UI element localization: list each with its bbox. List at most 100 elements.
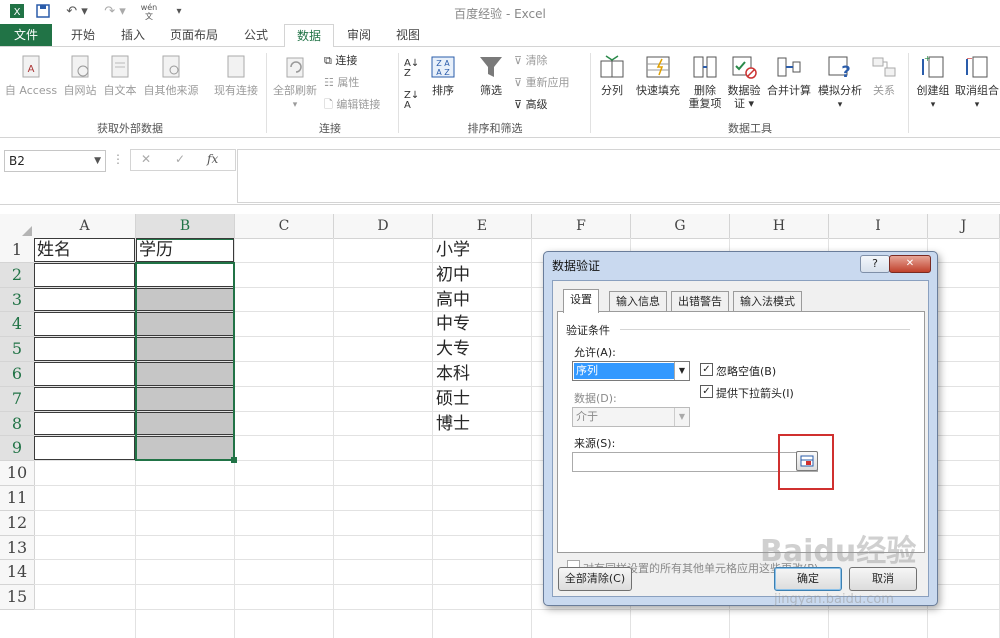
- cell-e5[interactable]: 大专: [433, 337, 532, 362]
- cell-e6[interactable]: 本科: [433, 362, 532, 387]
- close-button[interactable]: ✕: [889, 255, 931, 273]
- tab-page-layout[interactable]: 页面布局: [162, 24, 226, 46]
- show-dropdown-checkbox[interactable]: ✓: [700, 385, 713, 398]
- ungroup-button[interactable]: − 取消组合 ▾: [954, 53, 1000, 112]
- row-header-7[interactable]: 7: [0, 386, 35, 412]
- tab-ime-mode[interactable]: 输入法模式: [733, 291, 802, 312]
- edit-links-button[interactable]: 🗋 编辑链接: [324, 97, 394, 113]
- column-header-g[interactable]: G: [631, 214, 730, 239]
- tab-home[interactable]: 开始: [60, 24, 106, 46]
- row-header-4[interactable]: 4: [0, 312, 35, 338]
- cancel-icon[interactable]: ✕: [141, 152, 151, 166]
- tab-review[interactable]: 审阅: [336, 24, 382, 46]
- row-header-12[interactable]: 12: [0, 510, 35, 536]
- cancel-button[interactable]: 取消: [849, 567, 917, 591]
- table-cell[interactable]: [34, 386, 135, 411]
- group-button[interactable]: + 创建组 ▾: [912, 53, 954, 112]
- tab-file[interactable]: 文件: [0, 24, 52, 46]
- sort-az-icon[interactable]: A↓ Z: [404, 59, 424, 79]
- flash-fill-button[interactable]: 快速填充: [632, 53, 684, 97]
- properties-button[interactable]: ☷ 属性: [324, 75, 394, 91]
- table-cell[interactable]: [34, 411, 135, 436]
- data-select[interactable]: 介于 ▼: [572, 407, 690, 427]
- column-header-j[interactable]: J: [928, 214, 1000, 239]
- cell-e2[interactable]: 初中: [433, 263, 532, 288]
- enter-icon[interactable]: ✓: [175, 152, 185, 166]
- tab-input-message[interactable]: 输入信息: [609, 291, 667, 312]
- from-access-button[interactable]: A 自 Access: [2, 53, 60, 97]
- refresh-all-button[interactable]: 全部刷新 ▾: [268, 53, 322, 112]
- cell-a1[interactable]: 姓名: [34, 238, 136, 263]
- cell-b1[interactable]: 学历: [136, 238, 235, 263]
- clear-filter-button[interactable]: ⊽ 清除: [514, 53, 584, 69]
- chevron-down-icon[interactable]: ▼: [94, 151, 101, 171]
- ok-button[interactable]: 确定: [774, 567, 842, 591]
- table-cell[interactable]: [34, 436, 135, 461]
- table-cell[interactable]: [34, 362, 135, 386]
- select-all-corner[interactable]: [0, 214, 35, 239]
- column-header-i[interactable]: I: [829, 214, 928, 239]
- table-cell[interactable]: [34, 262, 135, 287]
- allow-select[interactable]: 序列 ▼: [572, 361, 690, 381]
- row-header-14[interactable]: 14: [0, 560, 35, 586]
- column-header-e[interactable]: E: [433, 214, 532, 239]
- tab-insert[interactable]: 插入: [110, 24, 156, 46]
- row-header-1[interactable]: 1: [0, 238, 35, 263]
- cell-e1[interactable]: 小学: [433, 238, 532, 263]
- consolidate-button[interactable]: 合并计算: [764, 53, 814, 97]
- table-cell[interactable]: [34, 287, 135, 312]
- existing-connections-button[interactable]: 现有连接: [208, 53, 264, 97]
- row-header-6[interactable]: 6: [0, 362, 35, 387]
- row-header-5[interactable]: 5: [0, 337, 35, 362]
- tab-formulas[interactable]: 公式: [232, 24, 280, 46]
- table-cell[interactable]: [34, 337, 135, 361]
- remove-duplicates-button[interactable]: 删除 重复项: [686, 53, 724, 110]
- ignore-blank-checkbox[interactable]: ✓: [700, 363, 713, 376]
- chevron-down-icon[interactable]: ▼: [674, 362, 689, 380]
- column-header-d[interactable]: D: [334, 214, 433, 239]
- row-header-10[interactable]: 10: [0, 461, 35, 486]
- fill-handle[interactable]: [231, 457, 237, 464]
- connections-button[interactable]: ⧉ 连接: [324, 53, 394, 69]
- sort-za-icon[interactable]: Z↓ A: [404, 91, 424, 111]
- row-header-9[interactable]: 9: [0, 436, 35, 462]
- row-header-11[interactable]: 11: [0, 486, 35, 511]
- relationships-button[interactable]: 关系: [866, 53, 902, 97]
- cell-e4[interactable]: 中专: [433, 312, 532, 337]
- table-cell[interactable]: [34, 312, 135, 337]
- data-validation-button[interactable]: 数据验证 ▾: [724, 53, 764, 110]
- from-text-button[interactable]: 自文本: [100, 53, 140, 97]
- from-other-sources-button[interactable]: 自其他来源: [140, 53, 202, 97]
- column-header-a[interactable]: A: [34, 214, 136, 239]
- column-header-b[interactable]: B: [136, 214, 235, 240]
- row-header-2[interactable]: 2: [0, 262, 35, 288]
- tab-settings[interactable]: 设置: [563, 289, 599, 313]
- row-header-13[interactable]: 13: [0, 535, 35, 561]
- text-to-columns-button[interactable]: 分列: [594, 53, 630, 97]
- row-header-3[interactable]: 3: [0, 287, 35, 313]
- clear-all-button[interactable]: 全部清除(C): [558, 567, 632, 591]
- column-header-h[interactable]: H: [730, 214, 829, 239]
- range-picker-button[interactable]: [796, 451, 818, 471]
- sort-button[interactable]: Z AA Z 排序: [426, 53, 460, 97]
- from-web-button[interactable]: 自网站: [60, 53, 100, 97]
- name-box[interactable]: B2 ▼: [4, 150, 106, 172]
- help-button[interactable]: ?: [860, 255, 890, 273]
- formula-input[interactable]: [237, 149, 1000, 203]
- row-header-15[interactable]: 15: [0, 585, 35, 610]
- what-if-analysis-button[interactable]: ? 模拟分析 ▾: [814, 53, 866, 112]
- column-header-c[interactable]: C: [235, 214, 334, 239]
- tab-data[interactable]: 数据: [284, 24, 334, 48]
- tab-error-alert[interactable]: 出错警告: [671, 291, 729, 312]
- reapply-button[interactable]: ⊽ 重新应用: [514, 75, 584, 91]
- advanced-filter-button[interactable]: ⊽ 高级: [514, 97, 584, 113]
- cell-e7[interactable]: 硕士: [433, 387, 532, 412]
- row-header-8[interactable]: 8: [0, 411, 35, 437]
- cell-e8[interactable]: 博士: [433, 412, 532, 437]
- insert-function-icon[interactable]: fx: [207, 152, 218, 166]
- filter-button[interactable]: 筛选: [474, 53, 508, 97]
- column-header-f[interactable]: F: [532, 214, 631, 239]
- chevron-down-icon[interactable]: ▼: [674, 408, 689, 426]
- cell-e3[interactable]: 高中: [433, 288, 532, 313]
- tab-view[interactable]: 视图: [386, 24, 430, 46]
